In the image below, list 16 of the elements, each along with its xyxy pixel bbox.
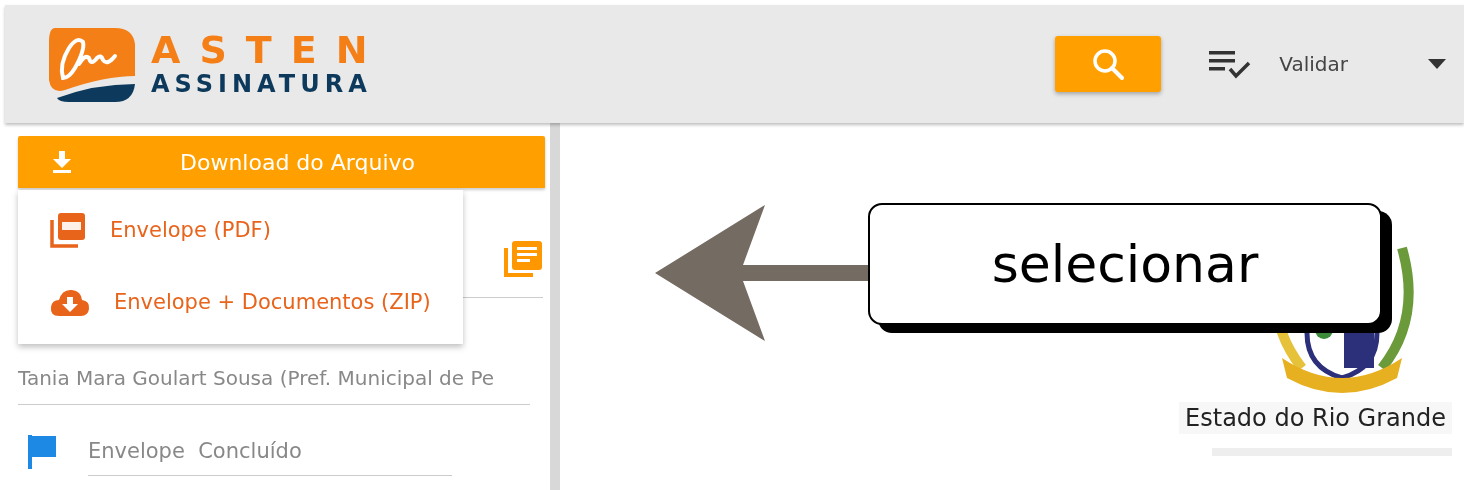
status-text: Envelope Concluído	[88, 439, 452, 476]
logo-title: ASTEN	[151, 30, 387, 70]
menu-item[interactable]: Envelope (PDF)	[18, 194, 463, 266]
logo-subtitle: ASSINATURA	[151, 70, 373, 98]
download-button[interactable]: Download do Arquivo	[18, 136, 545, 188]
pdf-file-icon	[50, 212, 86, 248]
checklist-icon[interactable]	[1209, 49, 1252, 79]
menu-item[interactable]: Envelope + Documentos (ZIP)	[18, 266, 463, 338]
download-icon	[52, 151, 72, 173]
cloud-download-icon	[50, 287, 90, 317]
caret-down-icon[interactable]	[1428, 59, 1446, 69]
flag-icon	[28, 434, 56, 469]
owner-text: Tania Mara Goulart Sousa (Pref. Municipal de Pe	[18, 366, 530, 405]
document-heading: Estado do Rio Grande	[1179, 402, 1452, 434]
validate-label[interactable]: Validar	[1279, 52, 1348, 76]
search-icon	[1090, 46, 1127, 82]
